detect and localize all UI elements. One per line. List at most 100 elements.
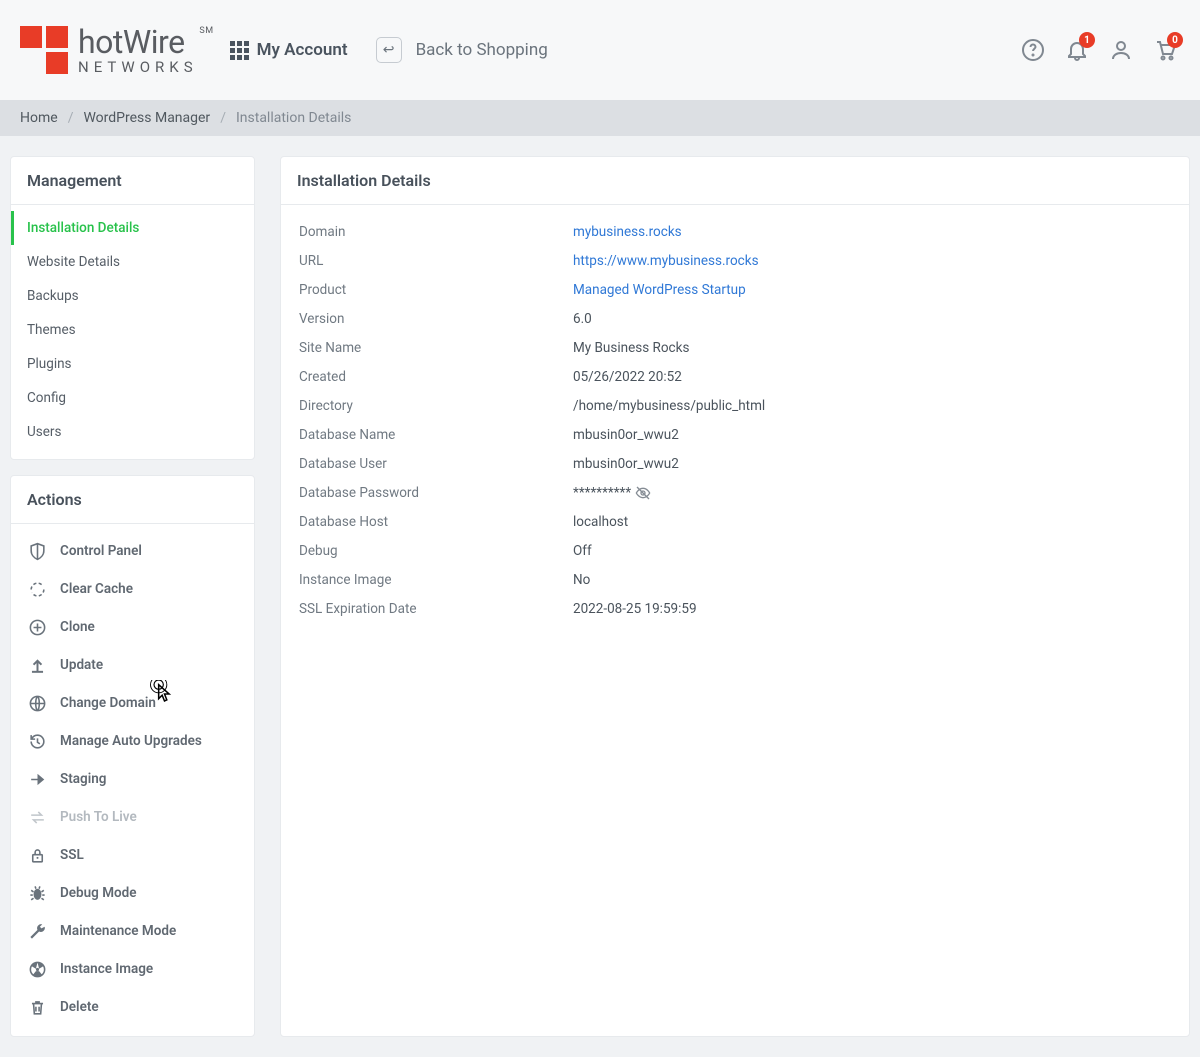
breadcrumb-wp-manager[interactable]: WordPress Manager bbox=[83, 110, 210, 126]
lock-icon bbox=[26, 844, 48, 866]
detail-row-debug: DebugOff bbox=[299, 536, 1171, 565]
action-item-label: Control Panel bbox=[60, 543, 142, 559]
detail-value: 05/26/2022 20:52 bbox=[573, 369, 682, 385]
action-item-label: SSL bbox=[60, 847, 84, 863]
detail-row-database-password: Database Password********** bbox=[299, 478, 1171, 507]
detail-value: No bbox=[573, 572, 590, 588]
action-item-clone[interactable]: Clone bbox=[11, 608, 254, 646]
back-to-shopping-label: Back to Shopping bbox=[416, 40, 548, 60]
action-item-manage-auto-upgrades[interactable]: Manage Auto Upgrades bbox=[11, 722, 254, 760]
action-item-maintenance-mode[interactable]: Maintenance Mode bbox=[11, 912, 254, 950]
breadcrumb: Home / WordPress Manager / Installation … bbox=[0, 100, 1200, 136]
detail-row-database-host: Database Hostlocalhost bbox=[299, 507, 1171, 536]
detail-row-database-name: Database Namembusin0or_wwu2 bbox=[299, 420, 1171, 449]
action-item-label: Staging bbox=[60, 771, 106, 787]
action-item-update[interactable]: Update bbox=[11, 646, 254, 684]
detail-value[interactable]: https://www.mybusiness.rocks bbox=[573, 253, 759, 269]
nuclear-icon bbox=[26, 958, 48, 980]
wrench-icon bbox=[26, 920, 48, 942]
detail-row-url: URLhttps://www.mybusiness.rocks bbox=[299, 246, 1171, 275]
action-item-delete[interactable]: Delete bbox=[11, 988, 254, 1026]
trash-icon bbox=[26, 996, 48, 1018]
detail-label: Database Password bbox=[299, 485, 573, 501]
installation-details-title: Installation Details bbox=[281, 157, 1189, 205]
notifications-button[interactable]: 1 bbox=[1062, 35, 1092, 65]
arrow-icon bbox=[26, 768, 48, 790]
detail-label: Database Name bbox=[299, 427, 573, 443]
breadcrumb-current: Installation Details bbox=[236, 110, 351, 126]
detail-row-domain: Domainmybusiness.rocks bbox=[299, 217, 1171, 246]
detail-value: My Business Rocks bbox=[573, 340, 689, 356]
management-item-backups[interactable]: Backups bbox=[11, 279, 254, 313]
detail-row-database-user: Database Usermbusin0or_wwu2 bbox=[299, 449, 1171, 478]
management-item-config[interactable]: Config bbox=[11, 381, 254, 415]
detail-label: Directory bbox=[299, 398, 573, 414]
action-item-change-domain[interactable]: Change Domain bbox=[11, 684, 254, 722]
action-item-clear-cache[interactable]: Clear Cache bbox=[11, 570, 254, 608]
management-item-plugins[interactable]: Plugins bbox=[11, 347, 254, 381]
breadcrumb-home[interactable]: Home bbox=[20, 110, 58, 126]
action-item-label: Push To Live bbox=[60, 809, 137, 825]
bug-icon bbox=[26, 882, 48, 904]
actions-title: Actions bbox=[11, 476, 254, 524]
detail-row-directory: Directory/home/mybusiness/public_html bbox=[299, 391, 1171, 420]
detail-label: Database Host bbox=[299, 514, 573, 530]
action-item-push-to-live: Push To Live bbox=[11, 798, 254, 836]
brand-logo[interactable]: hotWire SM NETWORKS bbox=[20, 26, 198, 75]
action-item-label: Update bbox=[60, 657, 103, 673]
history-icon bbox=[26, 730, 48, 752]
detail-label: Site Name bbox=[299, 340, 573, 356]
help-icon bbox=[1021, 38, 1045, 62]
detail-label: Version bbox=[299, 311, 573, 327]
action-item-label: Debug Mode bbox=[60, 885, 137, 901]
detail-value[interactable]: mybusiness.rocks bbox=[573, 224, 682, 240]
detail-row-site-name: Site NameMy Business Rocks bbox=[299, 333, 1171, 362]
action-item-control-panel[interactable]: Control Panel bbox=[11, 532, 254, 570]
action-item-ssl[interactable]: SSL bbox=[11, 836, 254, 874]
globe-icon bbox=[26, 692, 48, 714]
detail-row-created: Created05/26/2022 20:52 bbox=[299, 362, 1171, 391]
detail-value: /home/mybusiness/public_html bbox=[573, 398, 765, 414]
action-item-instance-image[interactable]: Instance Image bbox=[11, 950, 254, 988]
management-title: Management bbox=[11, 157, 254, 205]
detail-value: mbusin0or_wwu2 bbox=[573, 427, 679, 443]
detail-label: Debug bbox=[299, 543, 573, 559]
management-item-themes[interactable]: Themes bbox=[11, 313, 254, 347]
cart-button[interactable]: 0 bbox=[1150, 35, 1180, 65]
reveal-password-icon[interactable] bbox=[635, 485, 651, 501]
detail-label: Domain bbox=[299, 224, 573, 240]
detail-value: mbusin0or_wwu2 bbox=[573, 456, 679, 472]
actions-card: Actions Control Panel Clear Cache Clone Upd… bbox=[10, 475, 255, 1037]
detail-row-ssl-expiration-date: SSL Expiration Date2022-08-25 19:59:59 bbox=[299, 594, 1171, 623]
notification-count-badge: 1 bbox=[1079, 32, 1095, 48]
detail-label: Created bbox=[299, 369, 573, 385]
management-item-website-details[interactable]: Website Details bbox=[11, 245, 254, 279]
my-account-nav[interactable]: My Account bbox=[220, 32, 358, 68]
management-item-users[interactable]: Users bbox=[11, 415, 254, 449]
shield-icon bbox=[26, 540, 48, 562]
detail-value: localhost bbox=[573, 514, 628, 530]
upload-icon bbox=[26, 654, 48, 676]
action-item-label: Clear Cache bbox=[60, 581, 133, 597]
detail-row-product: ProductManaged WordPress Startup bbox=[299, 275, 1171, 304]
help-button[interactable] bbox=[1018, 35, 1048, 65]
action-item-label: Change Domain bbox=[60, 695, 156, 711]
account-button[interactable] bbox=[1106, 35, 1136, 65]
detail-label: URL bbox=[299, 253, 573, 269]
refresh-icon bbox=[26, 578, 48, 600]
management-item-installation-details[interactable]: Installation Details bbox=[11, 211, 254, 245]
action-item-debug-mode[interactable]: Debug Mode bbox=[11, 874, 254, 912]
action-item-label: Maintenance Mode bbox=[60, 923, 176, 939]
detail-value[interactable]: Managed WordPress Startup bbox=[573, 282, 746, 298]
back-to-shopping-nav[interactable]: ↩ Back to Shopping bbox=[366, 29, 558, 71]
detail-row-instance-image: Instance ImageNo bbox=[299, 565, 1171, 594]
action-item-label: Clone bbox=[60, 619, 95, 635]
detail-row-version: Version6.0 bbox=[299, 304, 1171, 333]
apps-grid-icon bbox=[230, 41, 249, 60]
detail-label: SSL Expiration Date bbox=[299, 601, 573, 617]
cart-count-badge: 0 bbox=[1167, 32, 1183, 48]
detail-label: Product bbox=[299, 282, 573, 298]
action-item-label: Delete bbox=[60, 999, 99, 1015]
action-item-staging[interactable]: Staging bbox=[11, 760, 254, 798]
detail-label: Database User bbox=[299, 456, 573, 472]
